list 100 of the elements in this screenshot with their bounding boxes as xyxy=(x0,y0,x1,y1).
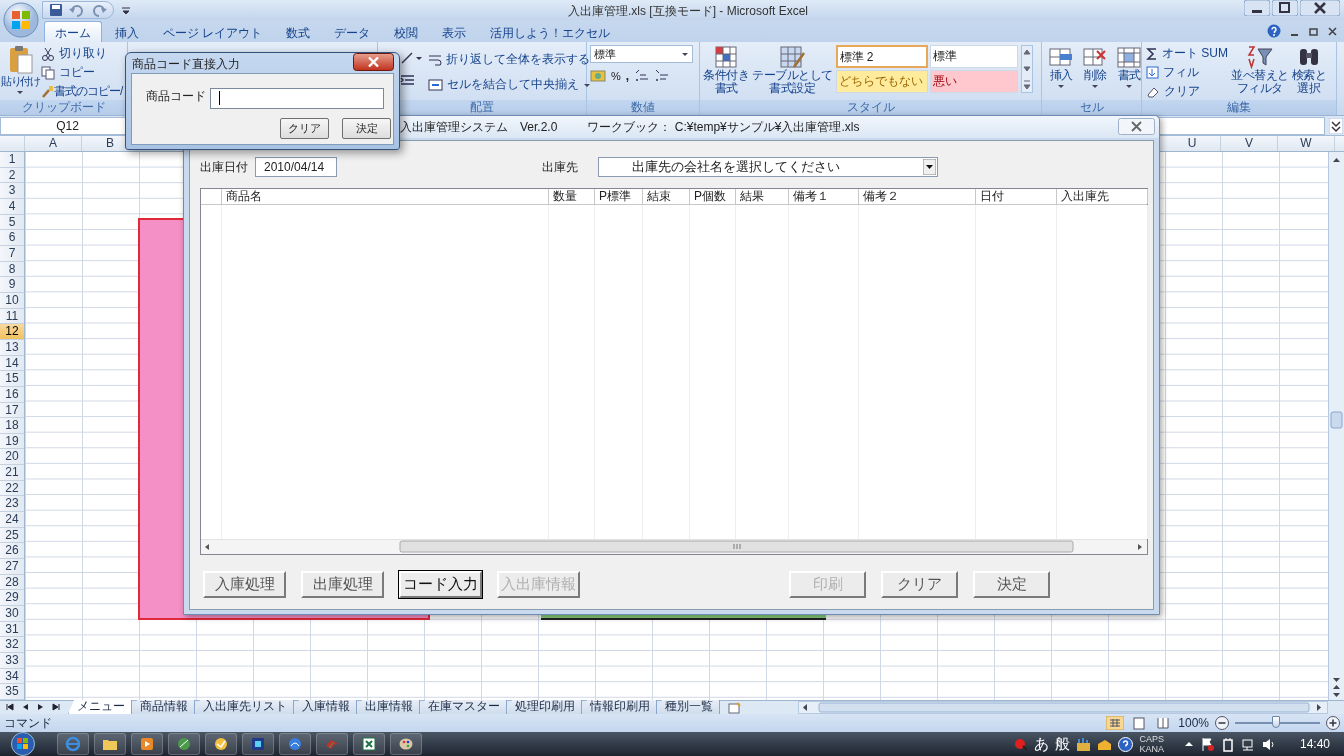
increase-decimal-icon[interactable] xyxy=(634,69,650,83)
wrap-text-button[interactable]: 折り返して全体を表示する xyxy=(428,51,591,68)
redo-icon[interactable] xyxy=(91,3,107,17)
media-player-icon[interactable] xyxy=(139,736,155,752)
row-header[interactable]: 12 xyxy=(0,324,24,340)
expand-icon[interactable] xyxy=(1329,117,1343,134)
row-header[interactable]: 16 xyxy=(0,386,24,403)
gallery-scroll-icon[interactable] xyxy=(1020,45,1033,93)
list-column-header[interactable]: 数量 xyxy=(549,189,595,204)
row-header[interactable]: 19 xyxy=(0,433,24,450)
row-header[interactable]: 25 xyxy=(0,527,24,544)
row-header[interactable]: 5 xyxy=(0,214,24,231)
power-icon[interactable] xyxy=(1220,736,1235,752)
ribbon-tab[interactable]: 校閲 xyxy=(383,21,430,42)
ime-mode[interactable]: あ xyxy=(1034,734,1050,754)
sheet-tab[interactable]: 入出庫先リスト xyxy=(194,700,294,714)
ribbon-tab[interactable]: 数式 xyxy=(275,21,322,42)
paste-button[interactable]: 貼り付け xyxy=(1,45,39,95)
ribbon-tab[interactable]: 挿入 xyxy=(104,21,150,42)
row-header[interactable]: 23 xyxy=(0,496,24,513)
sort-filter-button[interactable]: 並べ替えと フィルタ xyxy=(1231,45,1289,95)
app-icon[interactable] xyxy=(250,736,266,752)
horizontal-scrollbar[interactable] xyxy=(798,701,1328,714)
close-icon[interactable] xyxy=(1327,25,1338,37)
fill-button[interactable]: フィル xyxy=(1146,64,1228,81)
undo-icon[interactable] xyxy=(69,3,85,17)
list-column-header[interactable]: 日付 xyxy=(976,189,1057,204)
row-header[interactable]: 17 xyxy=(0,402,24,419)
copy-button[interactable]: コピー xyxy=(41,64,123,81)
find-select-button[interactable]: 検索と 選択 xyxy=(1291,45,1326,95)
cell-style[interactable]: 悪い xyxy=(929,70,1018,93)
list-column-header[interactable]: P標準 xyxy=(595,189,643,204)
sheet-tab[interactable]: 商品情報 xyxy=(131,700,195,714)
list-view[interactable]: 商品名 数量 P標準 結束 P個数 結果 備考１ 備考２ 日付 入出庫先 xyxy=(200,188,1148,555)
sheet-tab[interactable]: メニュー xyxy=(68,700,132,714)
dialog-button[interactable]: 決定 xyxy=(342,118,391,139)
list-column-header[interactable]: 入出庫先 xyxy=(1057,189,1148,204)
ime-kanji-mode[interactable]: 般 xyxy=(1055,734,1071,754)
cut-button[interactable]: 切り取り xyxy=(41,45,123,62)
browser-icon[interactable] xyxy=(65,736,81,752)
form-button[interactable]: 決定 xyxy=(973,571,1050,598)
format-as-table-button[interactable]: テーブルとして 書式設定 xyxy=(752,45,833,95)
row-header[interactable]: 7 xyxy=(0,245,24,262)
row-header[interactable]: 1 xyxy=(0,152,24,168)
ribbon-tab[interactable]: 活用しよう！エクセル xyxy=(479,21,622,42)
format-cells-button[interactable]: 書式 xyxy=(1116,45,1142,89)
help-icon[interactable] xyxy=(1267,24,1281,38)
caret-icon[interactable] xyxy=(923,159,936,175)
autosum-button[interactable]: オート SUM xyxy=(1146,45,1228,62)
conditional-formatting-button[interactable]: 条件付き 書式 xyxy=(703,45,749,95)
form-button[interactable]: 出庫処理 xyxy=(301,571,384,598)
row-header[interactable]: 14 xyxy=(0,355,24,372)
row-header[interactable]: 4 xyxy=(0,198,24,215)
row-header[interactable]: 6 xyxy=(0,230,24,246)
list-column-header[interactable]: 結果 xyxy=(736,189,789,204)
restore-icon[interactable] xyxy=(1272,0,1298,16)
destination-dropdown[interactable]: 出庫先の会社名を選択してください xyxy=(598,157,938,177)
language-bar-icon[interactable] xyxy=(1014,737,1029,751)
cell-style[interactable]: 標準 2 xyxy=(835,45,928,68)
sheet-tab[interactable]: 在庫マスター xyxy=(419,700,507,714)
network-icon[interactable] xyxy=(1240,736,1256,752)
text-rotate-icon[interactable] xyxy=(400,51,424,65)
percent-button[interactable]: % xyxy=(611,70,621,82)
palette-icon[interactable] xyxy=(398,736,414,752)
row-header[interactable]: 30 xyxy=(0,606,24,622)
action-center-flag-icon[interactable] xyxy=(1199,736,1215,752)
row-header[interactable]: 13 xyxy=(0,339,24,356)
row-header[interactable]: 28 xyxy=(0,574,24,591)
row-header[interactable]: 29 xyxy=(0,590,24,607)
zoom-out-icon[interactable] xyxy=(1215,716,1229,730)
show-hidden-icons-icon[interactable] xyxy=(1183,739,1194,749)
start-button[interactable] xyxy=(8,732,38,756)
column-header[interactable]: V xyxy=(1221,136,1278,151)
dropdown-icon[interactable] xyxy=(121,5,131,15)
close-icon[interactable] xyxy=(1118,118,1155,135)
delete-cells-button[interactable]: 削除 xyxy=(1082,45,1108,89)
row-header[interactable]: 10 xyxy=(0,292,24,309)
speaker-icon[interactable] xyxy=(1261,736,1276,752)
row-header[interactable]: 3 xyxy=(0,183,24,199)
ribbon-tab[interactable]: データ xyxy=(323,21,382,42)
row-header[interactable]: 22 xyxy=(0,480,24,497)
row-header[interactable]: 33 xyxy=(0,653,24,669)
ribbon-tab[interactable]: ページ レイアウト xyxy=(152,21,274,42)
last-sheet-icon[interactable] xyxy=(52,703,60,711)
format-painter-button[interactable]: 書式のコピー/ xyxy=(41,83,123,100)
row-header[interactable]: 21 xyxy=(0,465,24,481)
row-header[interactable]: 18 xyxy=(0,418,24,434)
row-header[interactable]: 20 xyxy=(0,449,24,466)
list-column-header[interactable]: 備考１ xyxy=(789,189,859,204)
insert-cells-button[interactable]: 挿入 xyxy=(1048,45,1074,89)
form-button[interactable]: クリア xyxy=(881,571,958,598)
column-header[interactable]: U xyxy=(1164,136,1221,151)
row-header[interactable]: 9 xyxy=(0,277,24,293)
column-header[interactable]: W xyxy=(1278,136,1335,151)
ribbon-tab[interactable]: ホーム xyxy=(44,21,102,42)
close-button[interactable] xyxy=(353,53,394,71)
product-code-input[interactable] xyxy=(210,88,384,109)
sheet-tab[interactable]: 情報印刷用 xyxy=(581,700,657,714)
number-format-dropdown[interactable]: 標準 xyxy=(590,45,693,63)
list-column-header[interactable]: 商品名 xyxy=(222,189,549,204)
